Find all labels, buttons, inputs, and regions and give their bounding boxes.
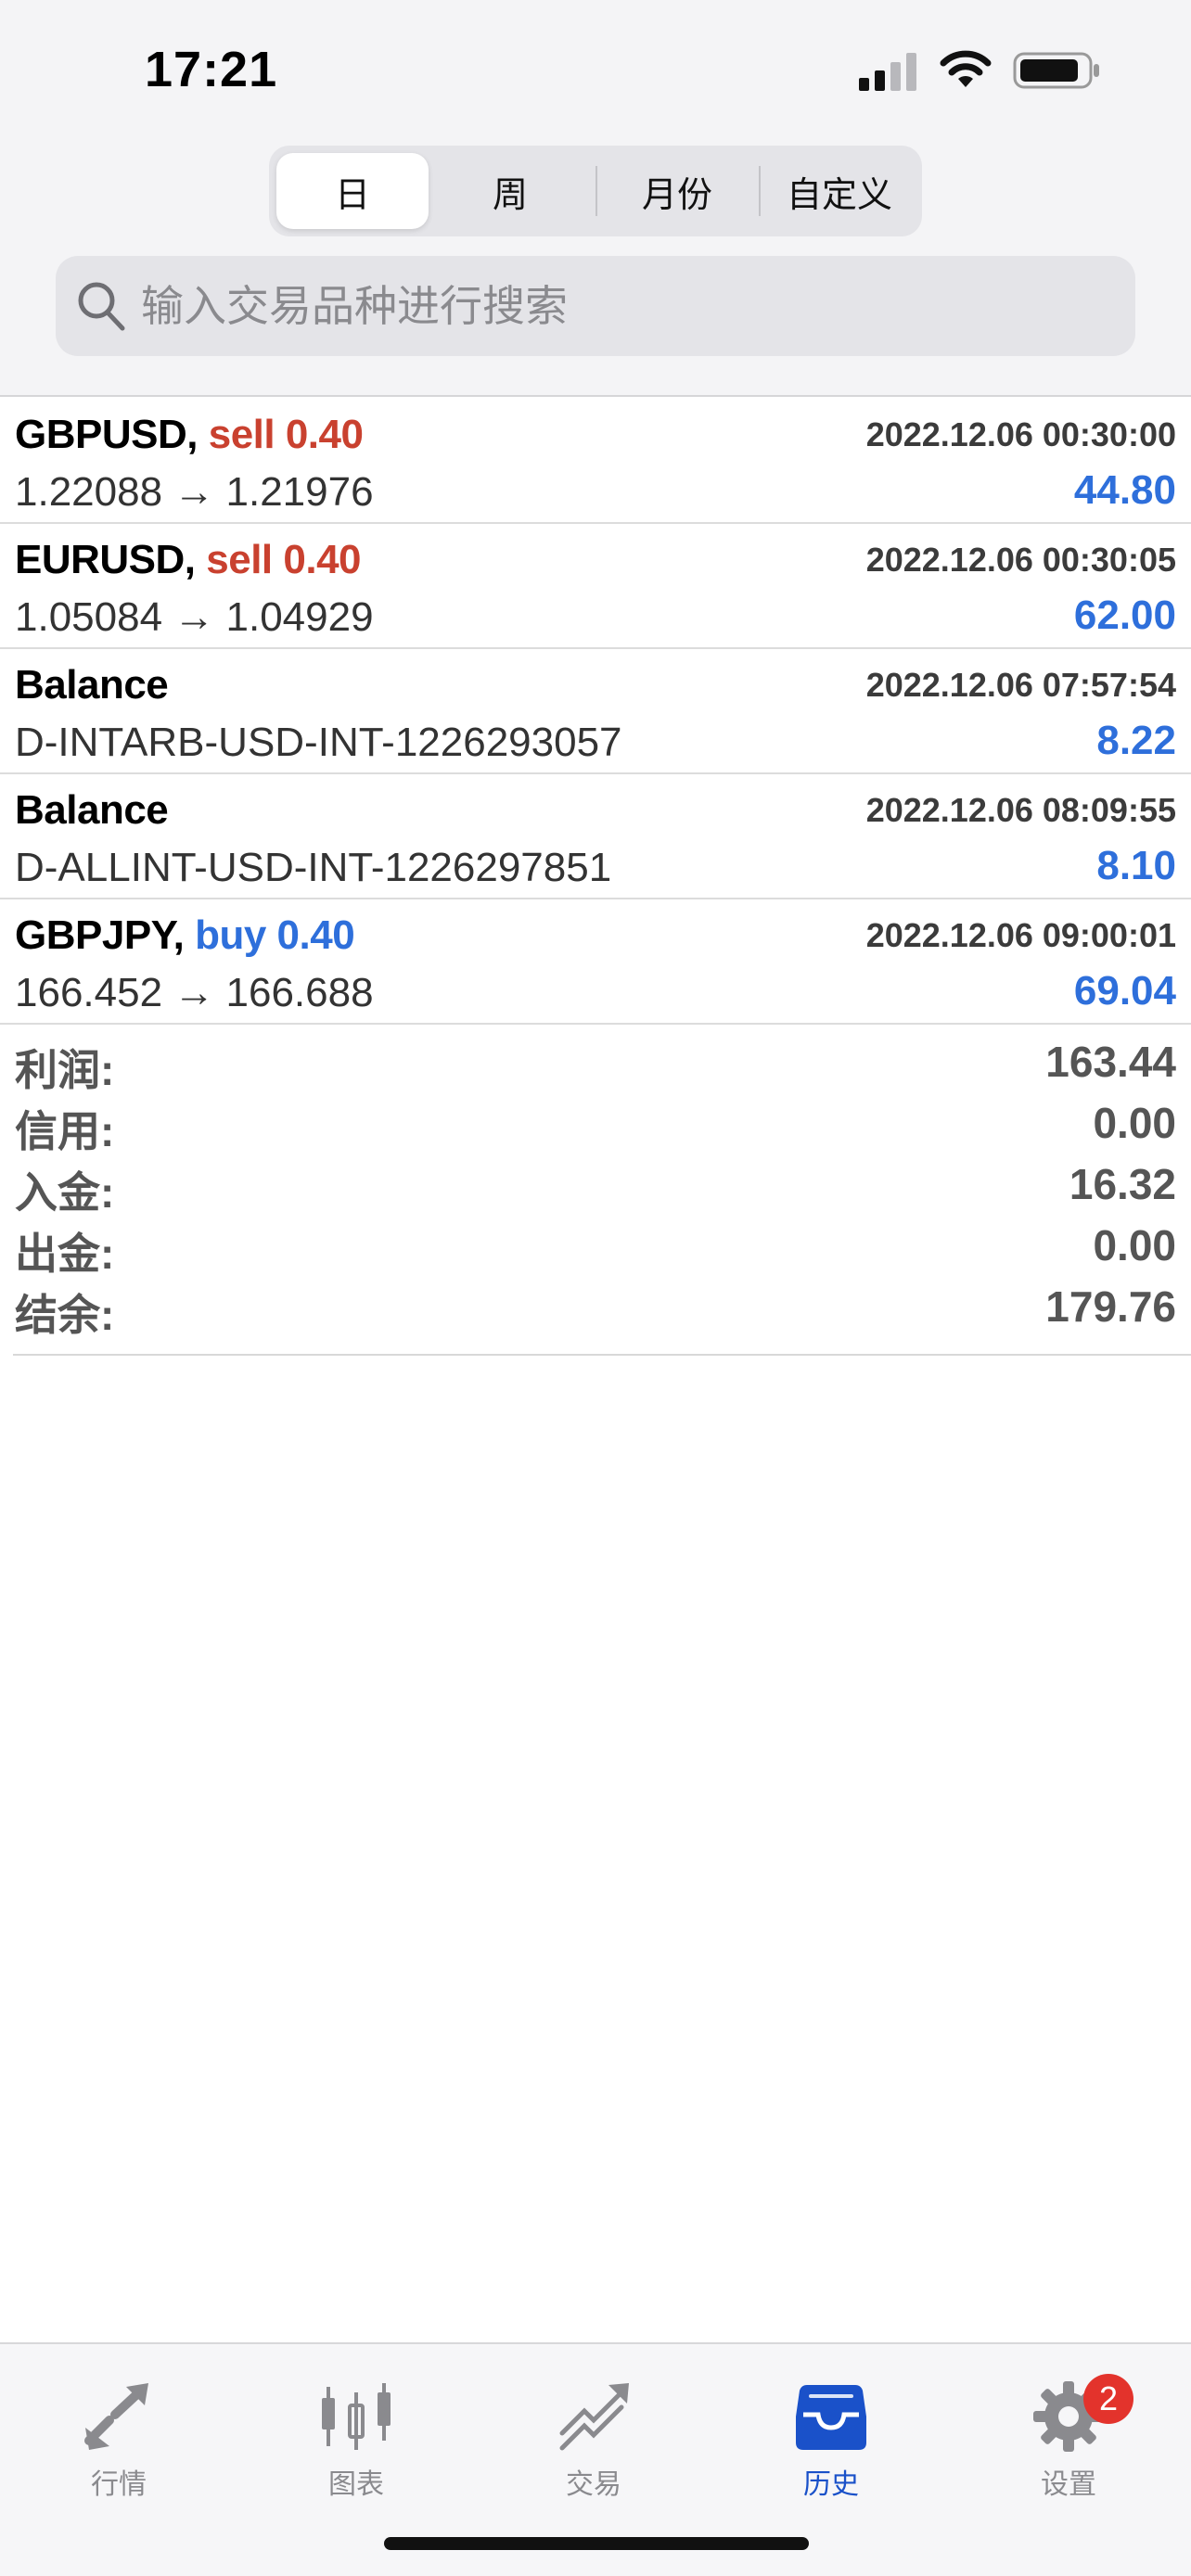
header: 17:21 日 周 月份 自定义 bbox=[0, 0, 1191, 397]
battery-icon bbox=[1013, 52, 1099, 89]
deal-row[interactable]: Balance 2022.12.06 08:09:55 D-ALLINT-USD… bbox=[0, 774, 1191, 899]
tab-label: 设置 bbox=[1041, 2469, 1096, 2500]
period-segmented-control: 日 周 月份 自定义 bbox=[269, 146, 922, 236]
summary-label: 入金: bbox=[15, 1168, 115, 1217]
quotes-arrows-icon bbox=[84, 2383, 148, 2450]
summary-value: 16.32 bbox=[1069, 1160, 1176, 1208]
summary-credit: 信用: 0.00 bbox=[0, 1098, 1191, 1159]
deal-time: 2022.12.06 00:30:00 bbox=[865, 415, 1176, 453]
segment-divider bbox=[759, 166, 761, 216]
deal-symbol: Balance bbox=[15, 787, 169, 833]
tab-history[interactable]: 历史 bbox=[748, 2361, 915, 2500]
deal-title: EURUSD, sell 0.40 bbox=[15, 537, 362, 583]
summary-value: 163.44 bbox=[1045, 1038, 1176, 1086]
cellular-signal-icon bbox=[859, 53, 916, 91]
summary-label: 信用: bbox=[15, 1107, 115, 1155]
summary-value: 179.76 bbox=[1045, 1282, 1176, 1331]
deal-symbol: GBPUSD, bbox=[15, 412, 198, 457]
tab-settings[interactable]: 2 设置 bbox=[985, 2361, 1152, 2500]
summary-deposit: 入金: 16.32 bbox=[0, 1159, 1191, 1220]
deal-prices: 166.452 → 166.688 bbox=[15, 970, 374, 1015]
deal-symbol: Balance bbox=[15, 662, 169, 708]
candlestick-chart-icon bbox=[322, 2383, 391, 2450]
deal-time: 2022.12.06 08:09:55 bbox=[865, 791, 1176, 829]
deal-comment: D-ALLINT-USD-INT-1226297851 bbox=[15, 845, 612, 890]
deal-time: 2022.12.06 07:57:54 bbox=[865, 666, 1176, 704]
deal-profit: 8.10 bbox=[1096, 843, 1176, 888]
tab-label: 交易 bbox=[566, 2469, 621, 2500]
deals-list: GBPUSD, sell 0.40 2022.12.06 00:30:00 1.… bbox=[0, 399, 1191, 1025]
tab-month[interactable]: 月份 bbox=[599, 153, 755, 229]
summary-withdrawal: 出金: 0.00 bbox=[0, 1220, 1191, 1282]
deal-action: sell 0.40 bbox=[208, 412, 364, 457]
deal-prices: 1.05084 → 1.04929 bbox=[15, 594, 374, 640]
history-inbox-icon bbox=[796, 2385, 866, 2450]
deal-title: Balance bbox=[15, 662, 169, 708]
deal-profit: 62.00 bbox=[1073, 593, 1176, 638]
deal-comment: D-INTARB-USD-INT-1226293057 bbox=[15, 720, 622, 765]
tab-quotes[interactable]: 行情 bbox=[35, 2361, 202, 2500]
tab-trade[interactable]: 交易 bbox=[510, 2361, 677, 2500]
summary-label: 结余: bbox=[15, 1291, 115, 1339]
summary-value: 0.00 bbox=[1093, 1099, 1176, 1147]
summary-panel: 利润: 163.44 信用: 0.00 入金: 16.32 出金: 0.00 结… bbox=[0, 1022, 1191, 1358]
deal-row[interactable]: EURUSD, sell 0.40 2022.12.06 00:30:05 1.… bbox=[0, 524, 1191, 649]
deal-symbol: EURUSD, bbox=[15, 537, 196, 582]
summary-balance: 结余: 179.76 bbox=[0, 1282, 1191, 1343]
deal-profit: 44.80 bbox=[1073, 467, 1176, 513]
deal-symbol: GBPJPY, bbox=[15, 912, 185, 958]
deal-title: Balance bbox=[15, 787, 169, 834]
tab-label: 历史 bbox=[803, 2469, 859, 2500]
search-icon bbox=[78, 282, 125, 331]
summary-label: 利润: bbox=[15, 1046, 115, 1094]
deal-profit: 69.04 bbox=[1073, 968, 1176, 1014]
deal-row[interactable]: GBPJPY, buy 0.40 2022.12.06 09:00:01 166… bbox=[0, 899, 1191, 1025]
tab-label: 行情 bbox=[91, 2469, 147, 2500]
search-input[interactable] bbox=[141, 256, 1115, 356]
summary-divider bbox=[13, 1354, 1191, 1356]
notification-badge: 2 bbox=[1083, 2374, 1133, 2424]
deal-title: GBPJPY, buy 0.40 bbox=[15, 912, 355, 959]
tab-label: 图表 bbox=[328, 2469, 384, 2500]
status-time: 17:21 bbox=[145, 42, 278, 97]
search-bar[interactable] bbox=[56, 256, 1135, 356]
deal-action: buy 0.40 bbox=[195, 912, 355, 958]
deal-time: 2022.12.06 00:30:05 bbox=[865, 541, 1176, 579]
deal-title: GBPUSD, sell 0.40 bbox=[15, 412, 364, 458]
tab-week[interactable]: 周 bbox=[432, 153, 588, 229]
tab-custom[interactable]: 自定义 bbox=[762, 153, 916, 229]
deal-action: sell 0.40 bbox=[206, 537, 362, 582]
tab-day[interactable]: 日 bbox=[276, 153, 429, 229]
tab-charts[interactable]: 图表 bbox=[273, 2361, 440, 2500]
deal-prices: 1.22088 → 1.21976 bbox=[15, 469, 374, 515]
deal-profit: 8.22 bbox=[1096, 718, 1176, 763]
deal-row[interactable]: Balance 2022.12.06 07:57:54 D-INTARB-USD… bbox=[0, 649, 1191, 774]
deal-row[interactable]: GBPUSD, sell 0.40 2022.12.06 00:30:00 1.… bbox=[0, 399, 1191, 524]
summary-value: 0.00 bbox=[1093, 1221, 1176, 1269]
summary-profit: 利润: 163.44 bbox=[0, 1037, 1191, 1098]
trade-trend-icon bbox=[559, 2383, 629, 2451]
home-indicator bbox=[384, 2537, 809, 2550]
summary-label: 出金: bbox=[15, 1230, 115, 1278]
wifi-icon bbox=[940, 50, 992, 87]
deal-time: 2022.12.06 09:00:01 bbox=[865, 916, 1176, 954]
segment-divider bbox=[596, 166, 597, 216]
